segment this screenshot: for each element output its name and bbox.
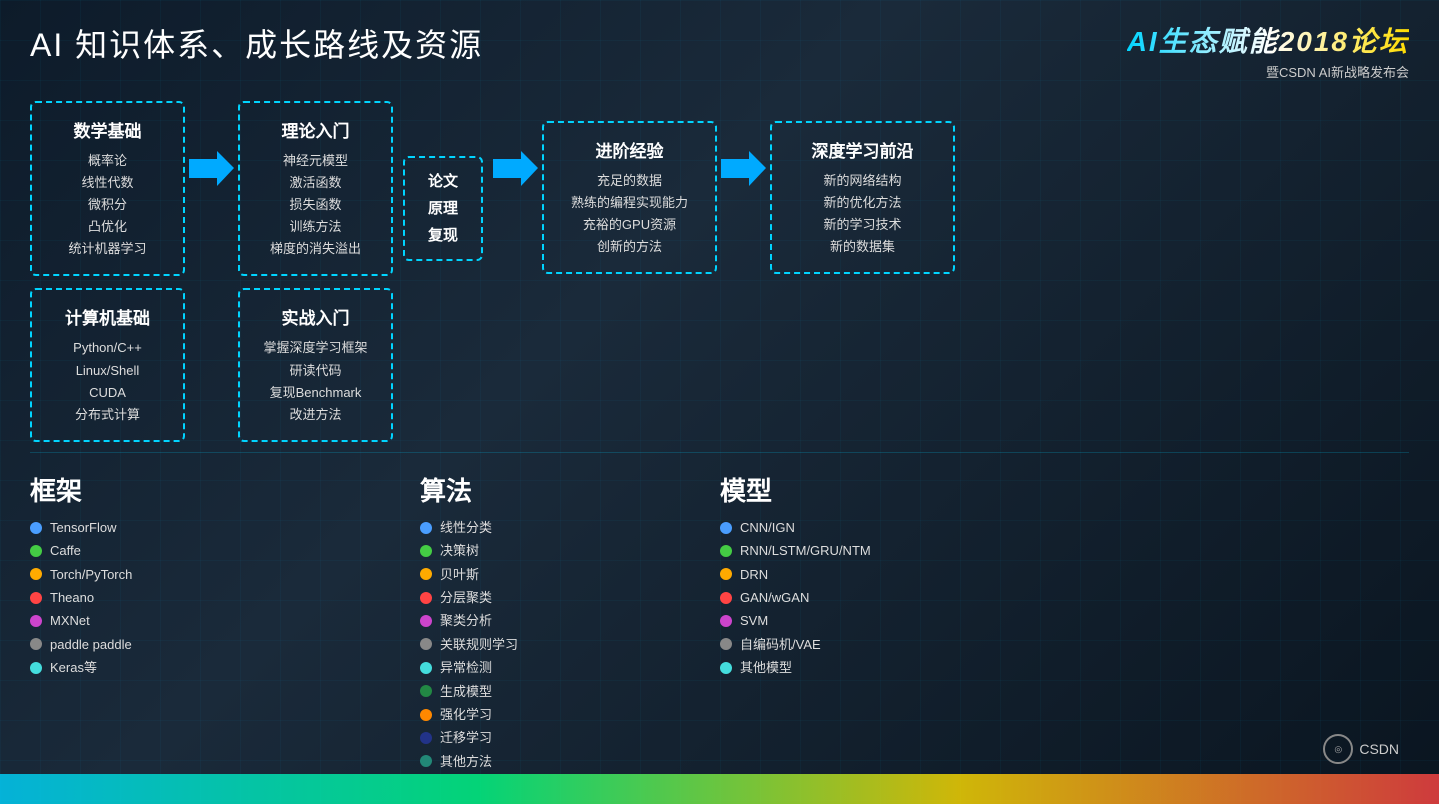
list-item: 凸优化: [48, 216, 167, 238]
algorithm-items: 线性分类决策树贝叶斯分层聚类聚类分析关联规则学习异常检测生成模型强化学习迁移学习…: [420, 516, 620, 773]
model-section: 模型 CNN/IGNRNN/LSTM/GRU/NTMDRNGAN/wGANSVM…: [620, 471, 1000, 773]
practice-intro-items: 掌握深度学习框架研读代码复现Benchmark改进方法: [256, 337, 375, 425]
math-foundation-box: 数学基础 概率论线性代数微积分凸优化统计机器学习: [30, 101, 185, 276]
framework-items: TensorFlowCaffeTorch/PyTorchTheanoMXNetp…: [30, 516, 260, 680]
paper-box: 论文 原理 复现: [403, 156, 483, 261]
list-item: Theano: [30, 586, 260, 609]
list-item: 新的网络结构: [790, 170, 935, 192]
algorithm-section: 算法 线性分类决策树贝叶斯分层聚类聚类分析关联规则学习异常检测生成模型强化学习迁…: [280, 471, 620, 773]
list-item: 梯度的消失溢出: [256, 238, 375, 260]
list-item: GAN/wGAN: [720, 586, 1000, 609]
list-item: 分层聚类: [420, 586, 620, 609]
list-item: TensorFlow: [30, 516, 260, 539]
arrow-3: [721, 151, 766, 186]
list-item: Linux/Shell: [48, 360, 167, 382]
list-item: 研读代码: [256, 360, 375, 382]
list-item: Keras等: [30, 656, 260, 679]
list-item: 复现Benchmark: [256, 382, 375, 404]
arrow-1: [189, 151, 234, 186]
frontier-box: 深度学习前沿 新的网络结构新的优化方法新的学习技术新的数据集: [770, 121, 955, 274]
algorithm-label: 算法: [420, 471, 620, 508]
list-item: 神经元模型: [256, 150, 375, 172]
list-item: 关联规则学习: [420, 633, 620, 656]
theory-intro-box: 理论入门 神经元模型激活函数损失函数训练方法梯度的消失溢出: [238, 101, 393, 276]
list-item: 充裕的GPU资源: [562, 214, 697, 236]
list-item: 创新的方法: [562, 236, 697, 258]
practice-intro-box: 实战入门 掌握深度学习框架研读代码复现Benchmark改进方法: [238, 288, 393, 441]
framework-label: 框架: [30, 471, 260, 508]
middle-column: 理论入门 神经元模型激活函数损失函数训练方法梯度的消失溢出 实战入门 掌握深度学…: [238, 101, 393, 442]
list-item: Caffe: [30, 539, 260, 562]
list-item: 异常检测: [420, 656, 620, 679]
list-item: 概率论: [48, 150, 167, 172]
list-item: 充足的数据: [562, 170, 697, 192]
list-item: 迁移学习: [420, 726, 620, 749]
advanced-title: 进阶经验: [562, 137, 697, 162]
list-item: 其他模型: [720, 656, 1000, 679]
list-item: 新的优化方法: [790, 192, 935, 214]
math-foundation-title: 数学基础: [48, 117, 167, 142]
list-item: 线性代数: [48, 172, 167, 194]
list-item: CNN/IGN: [720, 516, 1000, 539]
theory-intro-items: 神经元模型激活函数损失函数训练方法梯度的消失溢出: [256, 150, 375, 260]
list-item: 聚类分析: [420, 609, 620, 632]
computer-foundation-items: Python/C++Linux/ShellCUDA分布式计算: [48, 337, 167, 425]
list-item: 强化学习: [420, 703, 620, 726]
list-item: Torch/PyTorch: [30, 563, 260, 586]
list-item: 新的数据集: [790, 236, 935, 258]
header: AI 知识体系、成长路线及资源 AI生态赋能2018论坛 暨CSDN AI新战略…: [30, 20, 1409, 81]
bottom-section: 框架 TensorFlowCaffeTorch/PyTorchTheanoMXN…: [30, 471, 1409, 773]
page-title: AI 知识体系、成长路线及资源: [30, 20, 483, 66]
arrow-2: [493, 151, 538, 186]
list-item: 自编码机/VAE: [720, 633, 1000, 656]
list-item: 熟练的编程实现能力: [562, 192, 697, 214]
top-diagram: 数学基础 概率论线性代数微积分凸优化统计机器学习 计算机基础 Python/C+…: [30, 101, 1409, 442]
list-item: DRN: [720, 563, 1000, 586]
model-label: 模型: [720, 471, 1000, 508]
list-item: 其他方法: [420, 750, 620, 773]
list-item: SVM: [720, 609, 1000, 632]
content: AI 知识体系、成长路线及资源 AI生态赋能2018论坛 暨CSDN AI新战略…: [0, 0, 1439, 804]
list-item: 新的学习技术: [790, 214, 935, 236]
computer-foundation-title: 计算机基础: [48, 304, 167, 329]
paper-section: 论文 原理 复现: [403, 111, 483, 261]
paper-text: 论文 原理 复现: [417, 168, 469, 249]
frontier-title: 深度学习前沿: [790, 137, 935, 162]
list-item: MXNet: [30, 609, 260, 632]
model-items: CNN/IGNRNN/LSTM/GRU/NTMDRNGAN/wGANSVM自编码…: [720, 516, 1000, 680]
computer-foundation-box: 计算机基础 Python/C++Linux/ShellCUDA分布式计算: [30, 288, 185, 441]
list-item: 损失函数: [256, 194, 375, 216]
logo-title: AI生态赋能2018论坛: [1127, 20, 1409, 60]
advanced-items: 充足的数据熟练的编程实现能力充裕的GPU资源创新的方法: [562, 170, 697, 258]
list-item: 生成模型: [420, 680, 620, 703]
list-item: 微积分: [48, 194, 167, 216]
math-foundation-items: 概率论线性代数微积分凸优化统计机器学习: [48, 150, 167, 260]
list-item: Python/C++: [48, 337, 167, 359]
list-item: 改进方法: [256, 404, 375, 426]
list-item: 激活函数: [256, 172, 375, 194]
framework-section: 框架 TensorFlowCaffeTorch/PyTorchTheanoMXN…: [30, 471, 280, 773]
list-item: 分布式计算: [48, 404, 167, 426]
list-item: 决策树: [420, 539, 620, 562]
list-item: RNN/LSTM/GRU/NTM: [720, 539, 1000, 562]
frontier-items: 新的网络结构新的优化方法新的学习技术新的数据集: [790, 170, 935, 258]
list-item: CUDA: [48, 382, 167, 404]
list-item: paddle paddle: [30, 633, 260, 656]
list-item: 线性分类: [420, 516, 620, 539]
logo-area: AI生态赋能2018论坛 暨CSDN AI新战略发布会: [1127, 20, 1409, 81]
list-item: 统计机器学习: [48, 238, 167, 260]
list-item: 掌握深度学习框架: [256, 337, 375, 359]
logo-subtitle: 暨CSDN AI新战略发布会: [1127, 62, 1409, 81]
list-item: 训练方法: [256, 216, 375, 238]
left-column: 数学基础 概率论线性代数微积分凸优化统计机器学习 计算机基础 Python/C+…: [30, 101, 185, 442]
theory-intro-title: 理论入门: [256, 117, 375, 142]
advanced-box: 进阶经验 充足的数据熟练的编程实现能力充裕的GPU资源创新的方法: [542, 121, 717, 274]
practice-intro-title: 实战入门: [256, 304, 375, 329]
list-item: 贝叶斯: [420, 563, 620, 586]
separator: [30, 452, 1409, 453]
